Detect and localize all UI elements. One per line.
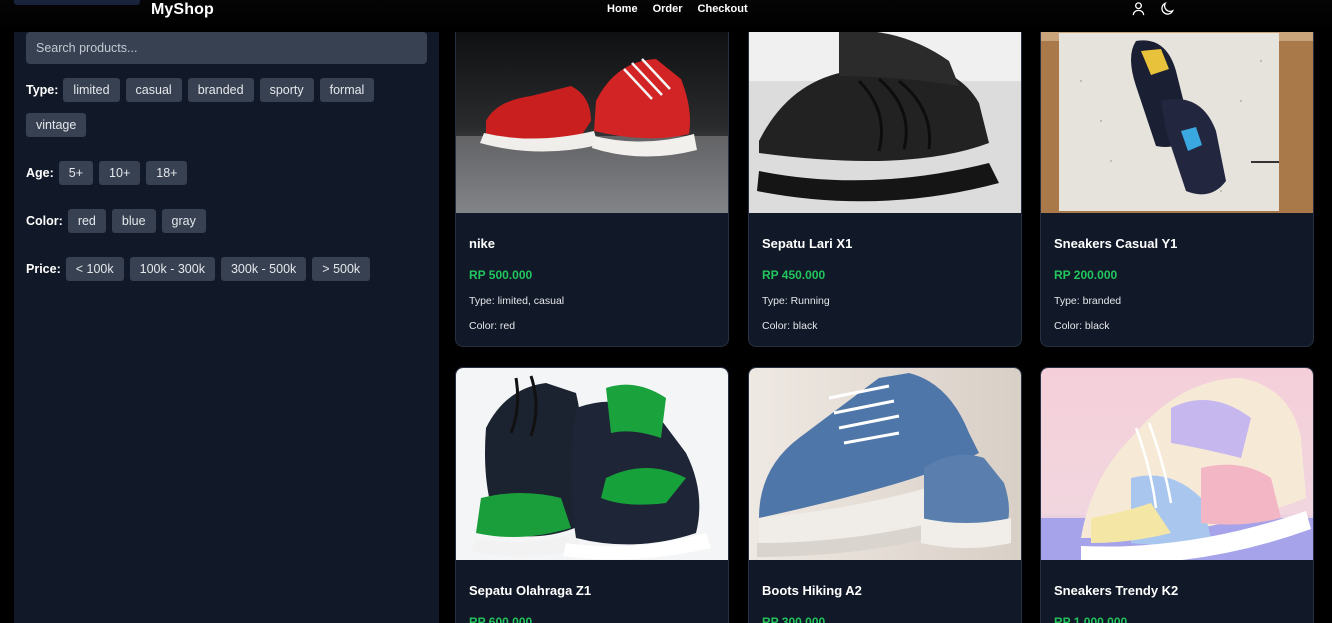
age-chip-10[interactable]: 10+ [99, 161, 141, 185]
product-price: RP 600.000 [469, 615, 533, 623]
product-card[interactable]: Sepatu Olahraga Z1 RP 600.000 [455, 367, 729, 623]
type-chip-sporty[interactable]: sporty [259, 78, 314, 102]
nav-home-link[interactable]: Home [607, 3, 638, 15]
price-chip-300k-500k[interactable]: 300k - 500k [220, 257, 307, 281]
product-color: Color: black [762, 320, 818, 332]
type-chip-casual[interactable]: casual [125, 78, 182, 102]
product-card[interactable]: Sepatu Lari X1 RP 450.000 Type: Running … [748, 8, 1022, 347]
type-filter-group: Type: limited casual branded sporty form… [26, 78, 426, 148]
header-accent-strip [14, 0, 140, 5]
nav-checkout-link[interactable]: Checkout [698, 3, 748, 15]
product-card[interactable]: nike RP 500.000 Type: limited, casual Co… [455, 8, 729, 347]
price-chip-under-100k[interactable]: < 100k [65, 257, 124, 281]
product-color: Color: black [1054, 320, 1110, 332]
product-name[interactable]: nike [469, 236, 495, 251]
nav-icon-group [1131, 1, 1175, 16]
product-image-green-high-tops[interactable] [456, 368, 728, 560]
search-input[interactable] [26, 32, 427, 64]
type-chip-limited[interactable]: limited [63, 78, 120, 102]
product-name[interactable]: Sepatu Lari X1 [762, 236, 852, 251]
shop-logo[interactable]: MyShop [151, 1, 214, 19]
age-chip-18[interactable]: 18+ [146, 161, 188, 185]
age-chip-5[interactable]: 5+ [58, 161, 94, 185]
price-filter-group: Price: < 100k 100k - 300k 300k - 500k > … [26, 257, 426, 281]
price-chip-over-500k[interactable]: > 500k [312, 257, 371, 281]
product-image-black-sneakers[interactable] [749, 21, 1021, 213]
product-price: RP 1.000.000 [1054, 615, 1128, 623]
product-type: Type: branded [1054, 295, 1122, 307]
filter-sidebar: Type: limited casual branded sporty form… [14, 22, 439, 623]
top-navbar: MyShop Home Order Checkout [0, 0, 1332, 32]
product-card[interactable]: Boots Hiking A2 RP 300.000 [748, 367, 1022, 623]
product-type: Type: limited, casual [469, 295, 565, 307]
price-chip-100k-300k[interactable]: 100k - 300k [129, 257, 215, 281]
product-image-pastel-sneakers[interactable] [1041, 368, 1313, 560]
type-chip-vintage[interactable]: vintage [26, 113, 87, 137]
product-name[interactable]: Sneakers Trendy K2 [1054, 583, 1178, 598]
user-icon[interactable] [1131, 1, 1146, 16]
product-price: RP 500.000 [469, 268, 533, 282]
product-card[interactable]: Sneakers Trendy K2 RP 1.000.000 [1040, 367, 1314, 623]
product-image-blue-denim-sneakers[interactable] [749, 368, 1021, 560]
type-chip-branded[interactable]: branded [187, 78, 254, 102]
dark-mode-moon-icon[interactable] [1160, 1, 1175, 16]
color-chip-blue[interactable]: blue [111, 209, 156, 233]
age-filter-group: Age: 5+ 10+ 18+ [26, 161, 426, 185]
type-chip-formal[interactable]: formal [319, 78, 375, 102]
color-filter-group: Color: red blue gray [26, 209, 426, 233]
price-filter-label: Price: [26, 262, 61, 276]
product-name[interactable]: Boots Hiking A2 [762, 583, 862, 598]
product-name[interactable]: Sneakers Casual Y1 [1054, 236, 1177, 251]
color-chip-gray[interactable]: gray [161, 209, 206, 233]
main-nav: Home Order Checkout [607, 3, 748, 15]
product-price: RP 450.000 [762, 268, 826, 282]
product-image-colorful-sneakers[interactable] [1041, 21, 1313, 213]
color-chip-red[interactable]: red [67, 209, 106, 233]
product-price: RP 200.000 [1054, 268, 1118, 282]
nav-order-link[interactable]: Order [653, 3, 683, 15]
product-price: RP 300.000 [762, 615, 826, 623]
age-filter-label: Age: [26, 166, 54, 180]
product-color: Color: red [469, 320, 516, 332]
type-filter-label: Type: [26, 83, 59, 97]
product-image-red-sneakers[interactable] [456, 21, 728, 213]
product-type: Type: Running [762, 295, 830, 307]
product-card[interactable]: Sneakers Casual Y1 RP 200.000 Type: bran… [1040, 8, 1314, 347]
color-filter-label: Color: [26, 214, 63, 228]
product-name[interactable]: Sepatu Olahraga Z1 [469, 583, 591, 598]
